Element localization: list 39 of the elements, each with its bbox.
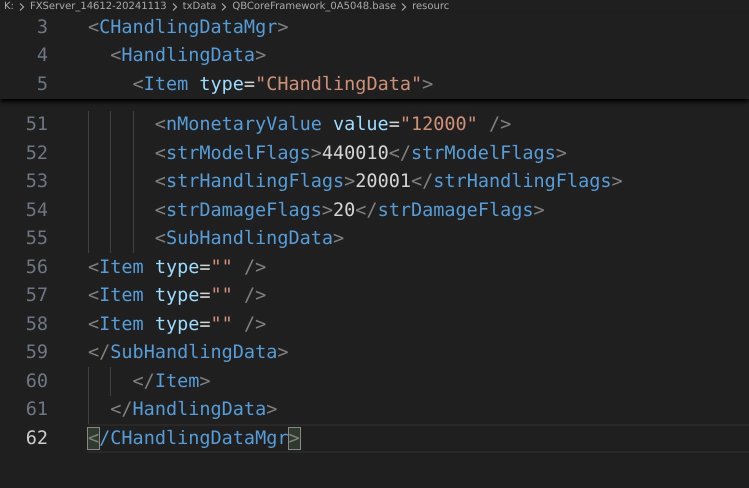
line-number: 53 bbox=[24, 171, 48, 192]
code-line[interactable]: </HandlingData> bbox=[110, 399, 278, 420]
chevron-icon bbox=[18, 2, 25, 10]
code-line[interactable]: </SubHandlingData> bbox=[88, 342, 288, 364]
line-number: 3 bbox=[36, 16, 48, 38]
code-line[interactable]: <strModelFlags>440010</strModelFlags> bbox=[154, 142, 567, 164]
line-number: 5 bbox=[36, 74, 48, 95]
code-line[interactable]: <CHandlingDataMgr> bbox=[88, 16, 288, 38]
code-line[interactable]: <HandlingData> bbox=[110, 45, 266, 66]
code-line[interactable]: <Item type="" /> bbox=[88, 256, 266, 278]
code-line[interactable]: <nMonetaryValue value="12000" /> bbox=[154, 114, 512, 136]
line-number: 51 bbox=[24, 114, 48, 136]
line-number: 55 bbox=[24, 228, 48, 250]
code-line[interactable]: <strHandlingFlags>20001</strHandlingFlags> bbox=[154, 171, 623, 192]
breadcrumb-item[interactable]: K: bbox=[4, 1, 14, 12]
code-line[interactable]: </Item> bbox=[132, 370, 211, 392]
line-number: 59 bbox=[24, 342, 48, 364]
line-number: 57 bbox=[24, 285, 48, 306]
code-line[interactable]: <Item type="" /> bbox=[88, 285, 266, 306]
line-number: 54 bbox=[24, 200, 48, 221]
breadcrumb-item[interactable]: txData bbox=[182, 1, 216, 12]
chevron-icon bbox=[401, 2, 408, 10]
code-line[interactable]: <Item type="CHandlingData"> bbox=[132, 74, 434, 95]
line-number: 56 bbox=[24, 256, 48, 278]
breadcrumb-item[interactable]: resourc bbox=[412, 1, 450, 12]
breadcrumb-item[interactable]: FXServer_14612-20241113 bbox=[30, 1, 167, 12]
chevron-icon bbox=[221, 2, 228, 10]
code-line[interactable]: <SubHandlingData> bbox=[154, 228, 344, 250]
chevron-icon bbox=[172, 2, 178, 10]
code-line[interactable]: <Item type="" /> bbox=[88, 314, 266, 335]
line-number: 62 bbox=[24, 428, 48, 449]
line-number: 52 bbox=[24, 142, 48, 164]
line-number: 60 bbox=[24, 370, 48, 392]
breadcrumb-item[interactable]: QBCoreFramework_0A5048.base bbox=[232, 1, 396, 12]
line-number: 61 bbox=[24, 399, 48, 420]
line-number: 4 bbox=[36, 45, 48, 66]
line-number: 58 bbox=[24, 314, 48, 335]
code-line[interactable]: </CHandlingDataMgr> bbox=[88, 428, 300, 449]
code-line[interactable]: <strDamageFlags>20</strDamageFlags> bbox=[154, 200, 545, 221]
